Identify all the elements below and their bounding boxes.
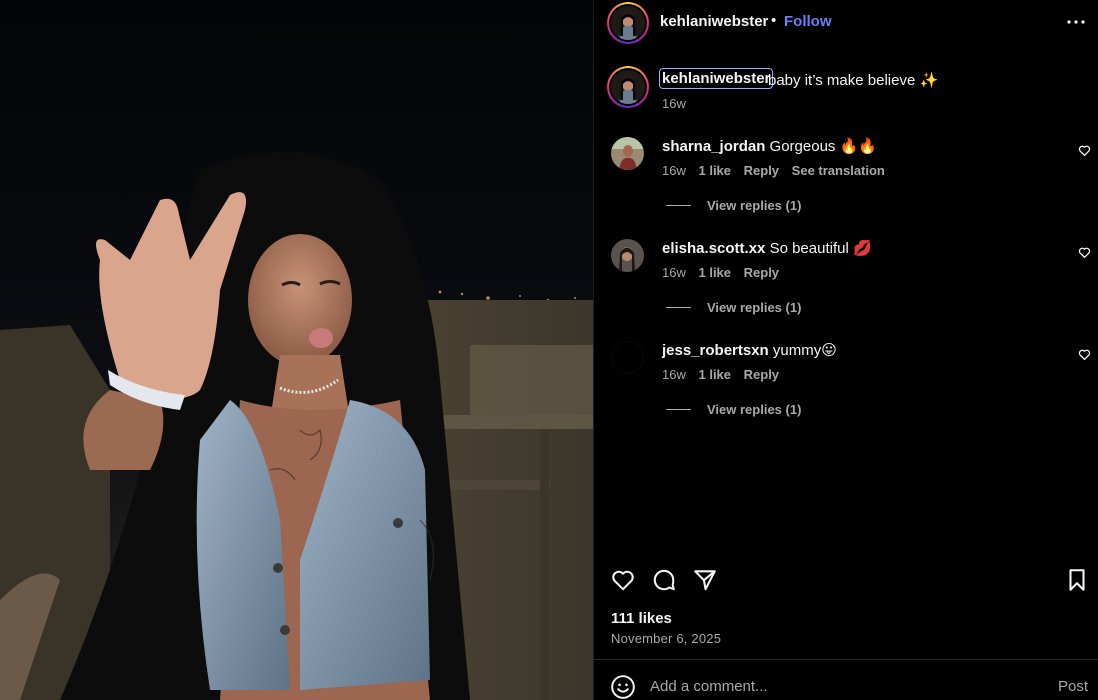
caption-avatar-image <box>611 70 645 104</box>
comment-username[interactable]: jess_robertsxn <box>662 342 769 359</box>
comment-timestamp[interactable]: 16w <box>662 367 686 382</box>
comment-text: Gorgeous 🔥🔥 <box>769 138 877 155</box>
emoji-icon[interactable] <box>610 674 636 700</box>
bookmark-icon[interactable] <box>1064 567 1090 593</box>
comment-item: sharna_jordan Gorgeous 🔥🔥 16w 1 like Rep… <box>594 137 1098 233</box>
caption-author-avatar[interactable] <box>607 66 649 108</box>
comment-heart-icon[interactable] <box>1078 246 1091 259</box>
see-translation-button[interactable]: See translation <box>792 163 885 178</box>
post-date: November 6, 2025 <box>611 631 722 646</box>
replies-divider <box>666 307 691 308</box>
commenter-avatar[interactable] <box>611 239 644 272</box>
commenter-avatar-image <box>611 137 644 170</box>
replies-divider <box>666 205 691 206</box>
post-details-panel: kehlaniwebster • Follow kehlaniwebster b… <box>593 0 1098 700</box>
comment-bubble-icon[interactable] <box>651 567 677 593</box>
comment-text: yummy😛 <box>772 342 837 359</box>
more-horizontal-icon[interactable] <box>1064 10 1088 34</box>
post-header: kehlaniwebster • Follow <box>594 0 1098 44</box>
comment-like-count[interactable]: 1 like <box>698 367 731 382</box>
reply-button[interactable]: Reply <box>744 367 779 382</box>
comment-text: So beautiful 💋 <box>769 240 872 257</box>
comment-like-count[interactable]: 1 like <box>698 265 731 280</box>
post-comment-button[interactable]: Post <box>1058 678 1088 695</box>
comment-heart-icon[interactable] <box>1078 348 1091 361</box>
post-image <box>0 0 593 700</box>
reply-button[interactable]: Reply <box>744 163 779 178</box>
commenter-avatar[interactable] <box>611 341 644 374</box>
comment-username[interactable]: sharna_jordan <box>662 138 765 155</box>
post-photo[interactable] <box>0 0 593 700</box>
caption-username[interactable]: kehlaniwebster <box>658 68 774 89</box>
follow-button[interactable]: Follow <box>784 13 832 30</box>
author-username[interactable]: kehlaniwebster <box>660 13 768 30</box>
add-comment-input[interactable] <box>650 672 1040 700</box>
view-replies-button[interactable]: View replies (1) <box>707 402 801 417</box>
comment-like-count[interactable]: 1 like <box>698 163 731 178</box>
post-actions-bar <box>594 564 1098 596</box>
send-icon[interactable] <box>692 567 718 593</box>
commenter-avatar[interactable] <box>611 137 644 170</box>
header-separator: • <box>771 12 777 29</box>
comment-heart-icon[interactable] <box>1078 144 1091 157</box>
view-replies-button[interactable]: View replies (1) <box>707 300 801 315</box>
view-replies-button[interactable]: View replies (1) <box>707 198 801 213</box>
comment-timestamp[interactable]: 16w <box>662 265 686 280</box>
author-avatar-image <box>611 6 645 40</box>
comment-timestamp[interactable]: 16w <box>662 163 686 178</box>
like-count[interactable]: 111 likes <box>611 610 672 627</box>
author-avatar[interactable] <box>607 2 649 44</box>
comment-item: jess_robertsxn yummy😛 16w 1 like Reply V… <box>594 341 1098 437</box>
comment-box-divider <box>594 659 1098 660</box>
reply-button[interactable]: Reply <box>744 265 779 280</box>
caption-timestamp[interactable]: 16w <box>662 96 686 111</box>
replies-divider <box>666 409 691 410</box>
comment-username[interactable]: elisha.scott.xx <box>662 240 765 257</box>
caption-text: baby it’s make believe ✨ <box>768 72 939 89</box>
heart-icon[interactable] <box>610 567 636 593</box>
commenter-avatar-image <box>611 239 644 272</box>
comment-item: elisha.scott.xx So beautiful 💋 16w 1 lik… <box>594 239 1098 335</box>
